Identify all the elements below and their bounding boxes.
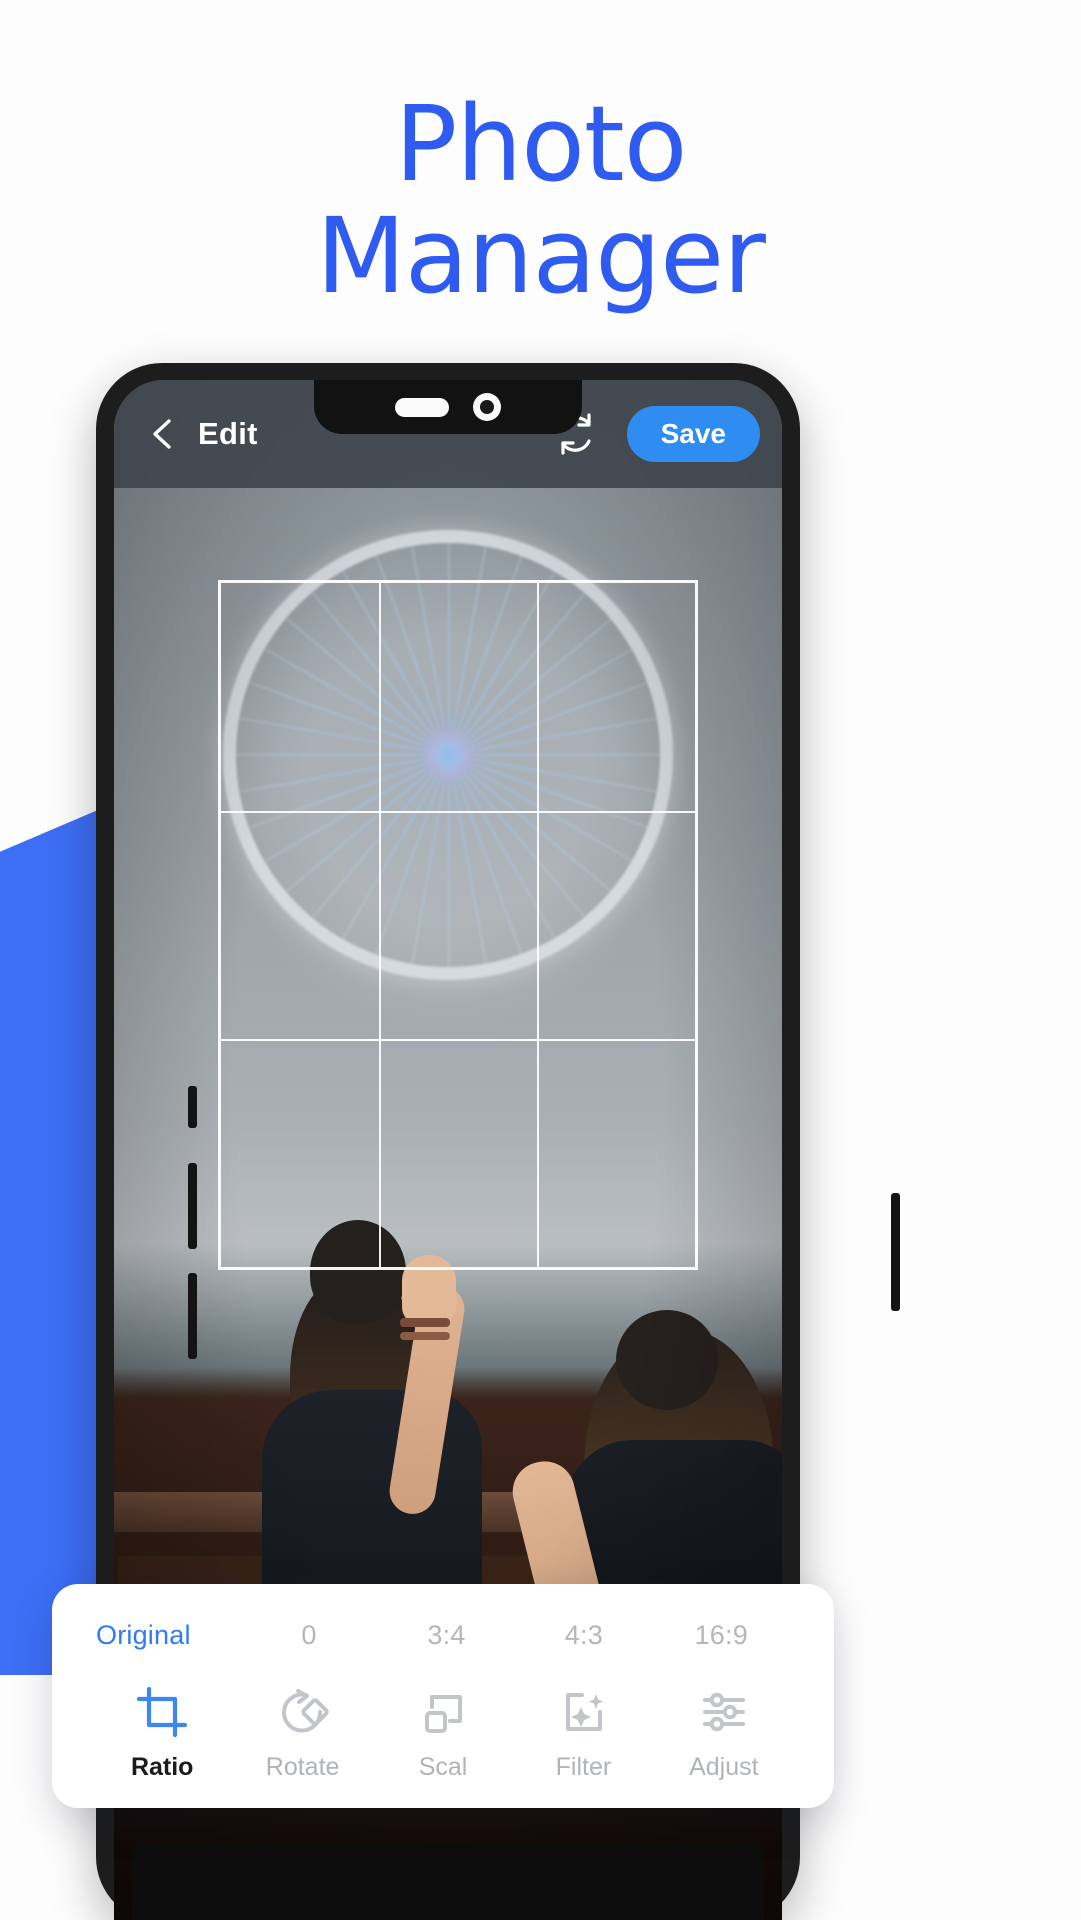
rotate-icon (276, 1685, 330, 1739)
crop-gridline-horizontal-2 (221, 1038, 695, 1041)
sparkle-icon (556, 1685, 610, 1739)
tool-adjust[interactable]: Adjust (654, 1685, 794, 1782)
phone-power-button[interactable] (891, 1193, 900, 1311)
crop-gridline-vertical-1 (378, 583, 381, 1267)
editor-toolbar-panel: Original 0 3:4 4:3 16:9 Ratio Rotate Sca… (52, 1584, 834, 1808)
phone-volume-up-button[interactable] (188, 1163, 197, 1249)
scale-icon (416, 1685, 470, 1739)
tool-label-ratio: Ratio (130, 1753, 194, 1781)
phone-volume-down-button[interactable] (188, 1273, 197, 1359)
sliders-icon (697, 1685, 751, 1739)
phone-bottom-area (132, 1843, 764, 1920)
phone-mute-switch[interactable] (188, 1086, 197, 1128)
ratio-option-3-4[interactable]: 3:4 (378, 1620, 515, 1651)
speaker-pill-icon (395, 397, 449, 417)
crop-gridline-vertical-2 (536, 583, 539, 1267)
tool-rotate[interactable]: Rotate (232, 1685, 372, 1782)
crop-overlay[interactable] (218, 580, 698, 1270)
tool-row: Ratio Rotate Scal Filter Adjust (52, 1651, 834, 1782)
front-camera-icon (473, 393, 501, 421)
ratio-option-16-9[interactable]: 16:9 (653, 1620, 790, 1651)
ratio-option-original[interactable]: Original (96, 1620, 240, 1651)
aspect-ratio-row: Original 0 3:4 4:3 16:9 (52, 1620, 834, 1651)
tool-scale[interactable]: Scal (373, 1685, 513, 1782)
ratio-option-0[interactable]: 0 (240, 1620, 377, 1651)
save-button[interactable]: Save (626, 406, 760, 462)
crop-icon (135, 1685, 189, 1739)
page-title: Photo Manager (316, 83, 766, 317)
tool-ratio[interactable]: Ratio (92, 1685, 232, 1782)
crop-gridline-horizontal-1 (221, 810, 695, 813)
tool-label-adjust: Adjust (689, 1753, 759, 1781)
tool-filter[interactable]: Filter (513, 1685, 653, 1782)
tool-label-scale: Scal (418, 1753, 468, 1781)
back-button[interactable] (144, 415, 182, 453)
phone-notch (314, 380, 582, 434)
tool-label-rotate: Rotate (265, 1753, 340, 1781)
ratio-option-4-3[interactable]: 4:3 (515, 1620, 652, 1651)
app-bar-title: Edit (198, 416, 258, 451)
screenshot-root: Photo Manager Edit Save Original 0 3:4 4… (0, 0, 1081, 1920)
tool-label-filter: Filter (555, 1753, 612, 1781)
